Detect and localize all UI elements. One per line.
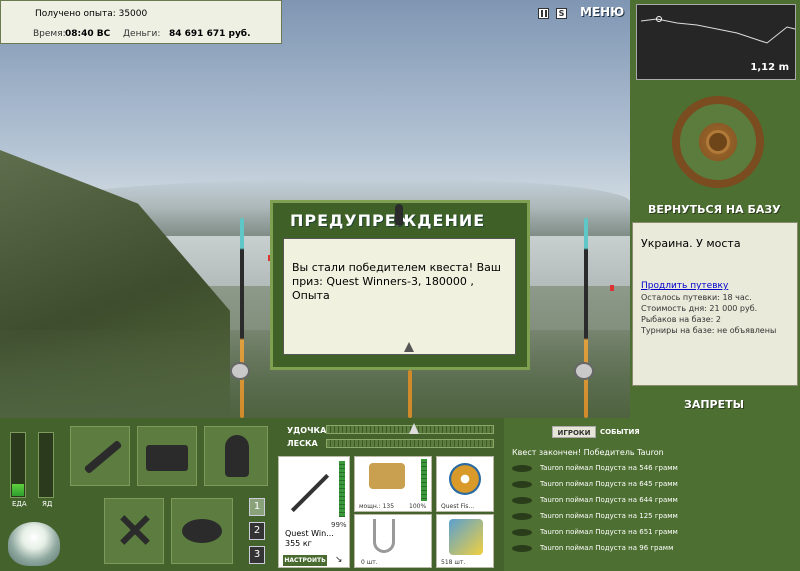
food-meter-fill (12, 484, 24, 496)
tournaments-on-base: Турниры на базе: не объявлены (641, 326, 777, 335)
tab-players[interactable]: ИГРОКИ (552, 426, 596, 438)
depth-gauge: 1,12 m (636, 4, 796, 80)
pause-icon (541, 10, 543, 17)
page-3-button[interactable]: 3 (249, 546, 265, 564)
fish-icon (512, 480, 532, 488)
bait-count: 518 шт. (441, 559, 466, 566)
fish-icon (512, 544, 532, 552)
log-entry: Tauron поймал Подуста на 546 грамм (512, 464, 678, 472)
bottom-panel: ЕДА ЯД 1 2 3 УДОЧКА ЛЕСКА 99% Quest Win.… (0, 418, 800, 571)
log-entry: Tauron поймал Подуста на 125 грамм (512, 512, 678, 520)
time-value: 08:40 ВС (65, 29, 111, 39)
fish-icon (512, 464, 532, 472)
dialog-message: Вы стали победителем квеста! Ваш приз: Q… (292, 261, 501, 302)
ticket-remaining: Осталось путевки: 18 час. (641, 293, 752, 302)
line-name: Quest Fis... (441, 503, 475, 510)
ship-wheel-icon[interactable] (672, 96, 764, 188)
hook-slot[interactable]: 0 шт. (354, 514, 432, 568)
toolbox-icon (146, 445, 188, 471)
location-title: Украина. У моста (641, 237, 741, 250)
event-log: ИГРОКИ СОБЫТИЯ Квест закончен! Победител… (504, 418, 800, 571)
eat-button[interactable] (104, 498, 164, 564)
poison-meter (38, 432, 54, 498)
rod-slider-label: УДОЧКА (287, 426, 327, 435)
bait-pack-icon (449, 519, 483, 555)
hook-slot-icon (373, 519, 395, 553)
money-label: Деньги: (123, 29, 161, 39)
rod-slot[interactable]: 99% Quest Win... 355 кг НАСТРОИТЬ ↘ (278, 456, 350, 568)
dialog-message-box: Вы стали победителем квеста! Ваш приз: Q… (283, 238, 516, 355)
log-entry: Tauron поймал Подуста на 96 грамм (512, 544, 673, 552)
float-3 (610, 285, 614, 291)
line-slider-label: ЛЕСКА (287, 439, 318, 448)
rod-slider[interactable] (326, 423, 494, 434)
poison-label: ЯД (42, 500, 53, 508)
rod-name: Quest Win... (285, 529, 334, 538)
page-2-button[interactable]: 2 (249, 522, 265, 540)
fishing-rod-3[interactable] (584, 218, 588, 418)
dialog-title: ПРЕДУПРЕЖДЕНИЕ (290, 211, 486, 230)
day-cost: Стоимость дня: 21 000 руб. (641, 304, 758, 313)
return-to-base-button[interactable]: ВЕРНУТЬСЯ НА БАЗУ (648, 203, 781, 216)
line-slider[interactable] (326, 439, 494, 448)
status-panel: Получено опыта: 35000 Время: 08:40 ВС Де… (0, 0, 282, 44)
time-label: Время: (33, 29, 66, 39)
extend-ticket-link[interactable]: Продлить путевку (641, 281, 728, 291)
hook-icon (395, 204, 403, 226)
reel-percent: 100% (409, 503, 427, 510)
fisherman-icon (225, 435, 249, 477)
rod-percent: 99% (331, 521, 347, 529)
configure-button[interactable]: НАСТРОИТЬ (283, 555, 327, 566)
reel-3 (574, 362, 594, 380)
reel-1 (230, 362, 250, 380)
depth-value: 1,12 m (750, 62, 789, 73)
tab-events[interactable]: СОБЫТИЯ (600, 428, 640, 436)
experience-text: Получено опыта: 35000 (35, 9, 148, 19)
money-value: 84 691 671 руб. (169, 29, 251, 39)
fishers-on-base: Рыбаков на базе: 2 (641, 315, 721, 324)
page-1-button[interactable]: 1 (249, 498, 265, 516)
arrow-icon: ↘ (335, 555, 343, 565)
log-entry: Tauron поймал Подуста на 651 грамм (512, 528, 678, 536)
fish-icon (512, 512, 532, 520)
fish-icon (512, 528, 532, 536)
cursor-icon (404, 342, 414, 352)
food-label: ЕДА (12, 500, 27, 508)
fishing-rod-2[interactable] (408, 370, 412, 418)
fishing-rod-1[interactable] (240, 218, 244, 418)
rod-icon (83, 439, 123, 475)
reel-power: мощн.: 135 (359, 503, 395, 510)
bait-slot[interactable]: 518 шт. (436, 514, 494, 568)
rods-button[interactable] (70, 426, 130, 486)
rod-slot-icon (290, 473, 330, 513)
fish-icon (512, 496, 532, 504)
food-meter (10, 432, 26, 498)
sound-icon: S (558, 9, 565, 18)
log-entry: Tauron поймал Подуста на 645 грамм (512, 480, 678, 488)
fish-cage-button[interactable] (171, 498, 233, 564)
rod-slider-handle[interactable] (409, 423, 419, 434)
reel-icon (369, 463, 405, 489)
rod-durability-bar (339, 461, 345, 517)
line-spool-icon (449, 463, 481, 495)
tackle-box-button[interactable] (137, 426, 197, 486)
menu-button[interactable]: МЕНЮ (580, 5, 624, 19)
reel-slot[interactable]: мощн.: 135 100% (354, 456, 432, 512)
pause-button[interactable] (538, 8, 549, 19)
sound-button[interactable]: S (556, 8, 567, 19)
rod-weight: 355 кг (285, 539, 312, 548)
food-bowl-icon[interactable] (8, 522, 60, 566)
location-panel: Украина. У моста Продлить путевку Остало… (632, 222, 798, 386)
hook-count: 0 шт. (361, 559, 378, 566)
line-slot[interactable]: Quest Fis... (436, 456, 494, 512)
log-entry: Tauron поймал Подуста на 644 грамм (512, 496, 678, 504)
bans-button[interactable]: ЗАПРЕТЫ (684, 398, 744, 411)
reel-durability-bar (421, 459, 427, 501)
fisherman-button[interactable] (204, 426, 268, 486)
log-header: Квест закончен! Победитель Tauron (512, 448, 664, 457)
fish-icon (182, 519, 222, 543)
